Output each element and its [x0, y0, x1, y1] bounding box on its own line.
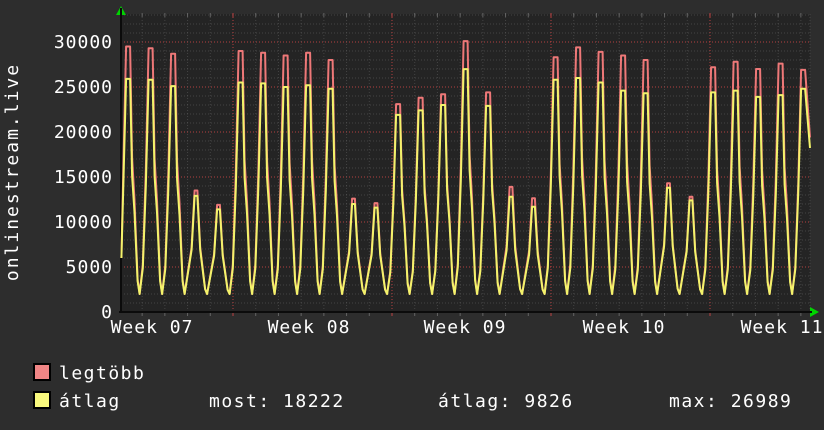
stat-most-label: most:: [209, 391, 271, 412]
legend-row-max: legtöbb: [33, 363, 145, 385]
y-tick-label: 20000: [53, 122, 113, 143]
x-tick-label: Week 10: [582, 317, 666, 338]
stat-atlag-label: átlag:: [438, 391, 513, 412]
stat-most-value: 18222: [283, 391, 345, 412]
series-line-avg: [120, 68, 811, 295]
stat-atlag: átlag: 9826: [438, 391, 574, 412]
legend-label-max: legtöbb: [59, 363, 146, 384]
legend-label-avg: átlag: [59, 391, 121, 412]
legend-swatch-max: [33, 363, 51, 381]
x-tick-label: Week 09: [423, 317, 507, 338]
x-tick-label: Week 11: [740, 317, 824, 338]
y-tick-label: 30000: [53, 32, 113, 53]
y-tick-label: 5000: [65, 257, 113, 278]
y-tick-label: 0: [101, 302, 113, 323]
stat-max-label: max:: [669, 391, 719, 412]
legend-row-avg: átlag: [33, 391, 121, 413]
y-tick-label: 25000: [53, 77, 113, 98]
stat-max-value: 26989: [730, 391, 793, 412]
legend-swatch-avg: [33, 391, 51, 409]
stat-max: max: 26989: [669, 391, 792, 412]
y-tick-label: 10000: [53, 212, 113, 233]
graph-window[interactable]: onlinestream.live 0 5000 10000 15000 20000 25…: [0, 0, 824, 430]
x-tick-label: Week 08: [267, 317, 351, 338]
y-tick-label: 15000: [53, 167, 113, 188]
x-tick-label: Week 07: [110, 317, 194, 338]
stat-most: most: 18222: [209, 391, 345, 412]
stat-atlag-value: 9826: [524, 391, 574, 412]
